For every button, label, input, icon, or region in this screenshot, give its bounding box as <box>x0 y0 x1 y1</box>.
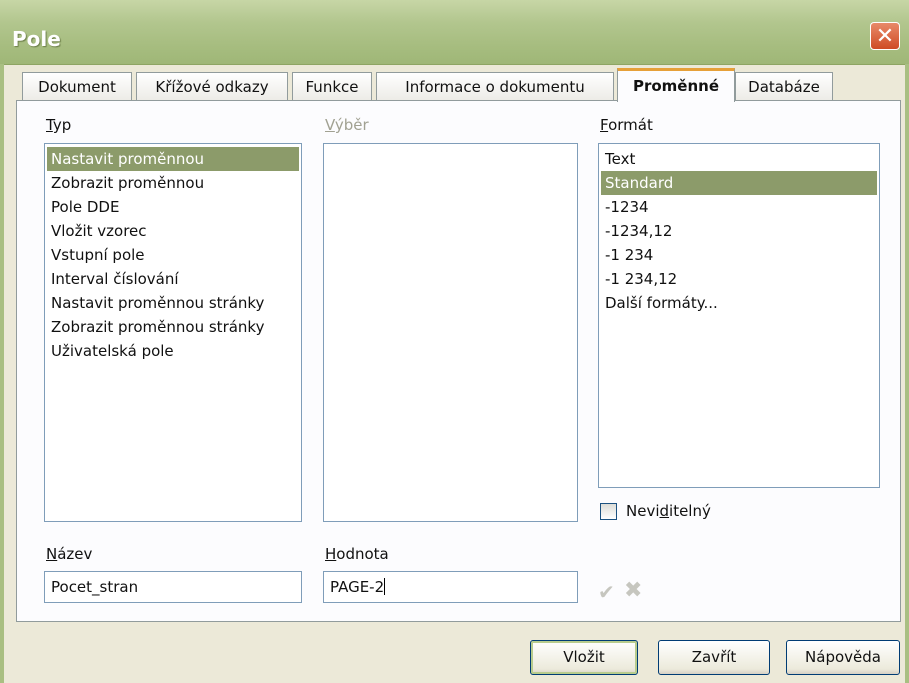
typ-listbox[interactable]: Nastavit proměnnou Zobrazit proměnnou Po… <box>44 143 302 522</box>
format-listbox[interactable]: Text Standard -1234 -1234,12 -1 234 -1 2… <box>598 143 880 488</box>
list-item[interactable]: Zobrazit proměnnou stránky <box>47 315 299 339</box>
cancel-x-icon[interactable]: ✖ <box>624 578 642 603</box>
neviditelny-checkbox[interactable] <box>600 503 617 520</box>
tab-funkce[interactable]: Funkce <box>292 72 372 101</box>
list-item[interactable]: Další formáty... <box>601 291 877 315</box>
title-bar: Pole ✕ <box>0 0 909 65</box>
list-item[interactable]: Nastavit proměnnou stránky <box>47 291 299 315</box>
list-item[interactable]: Text <box>601 147 877 171</box>
format-label: Formát <box>600 116 653 134</box>
help-button[interactable]: Nápověda <box>786 640 900 675</box>
list-item[interactable]: -1 234,12 <box>601 267 877 291</box>
list-item[interactable]: Pole DDE <box>47 195 299 219</box>
tab-dokument[interactable]: Dokument <box>22 72 132 101</box>
window-title: Pole <box>12 27 61 51</box>
typ-label: Typ <box>46 116 72 134</box>
vyber-label: Výběr <box>325 116 369 134</box>
apply-check-icon[interactable]: ✔ <box>598 580 615 604</box>
tab-databaze[interactable]: Databáze <box>735 72 833 101</box>
window-frame-right <box>905 64 909 683</box>
tab-informace-o-dokumentu[interactable]: Informace o dokumentu <box>376 72 614 101</box>
list-item[interactable]: Uživatelská pole <box>47 339 299 363</box>
text-cursor <box>384 578 386 595</box>
tab-krizove-odkazy[interactable]: Křížové odkazy <box>136 72 288 101</box>
list-item[interactable]: Vložit vzorec <box>47 219 299 243</box>
close-icon[interactable]: ✕ <box>870 22 900 50</box>
close-button[interactable]: Zavřít <box>658 640 770 675</box>
vyber-listbox[interactable] <box>323 143 578 522</box>
list-item[interactable]: Zobrazit proměnnou <box>47 171 299 195</box>
list-item[interactable]: Nastavit proměnnou <box>47 147 299 171</box>
list-item[interactable]: -1234,12 <box>601 219 877 243</box>
nazev-input[interactable]: Pocet_stran <box>44 571 302 603</box>
hodnota-label: Hodnota <box>325 545 389 563</box>
list-item[interactable]: Standard <box>601 171 877 195</box>
neviditelny-label[interactable]: Neviditelný <box>626 502 711 520</box>
list-item[interactable]: -1 234 <box>601 243 877 267</box>
hodnota-input[interactable]: PAGE-2 <box>323 571 578 603</box>
insert-button[interactable]: Vložit <box>530 640 638 675</box>
list-item[interactable]: Interval číslování <box>47 267 299 291</box>
list-item[interactable]: -1234 <box>601 195 877 219</box>
nazev-label: Název <box>46 545 93 563</box>
list-item[interactable]: Vstupní pole <box>47 243 299 267</box>
window-frame-left <box>0 64 4 683</box>
tab-promenne[interactable]: Proměnné <box>617 68 735 102</box>
